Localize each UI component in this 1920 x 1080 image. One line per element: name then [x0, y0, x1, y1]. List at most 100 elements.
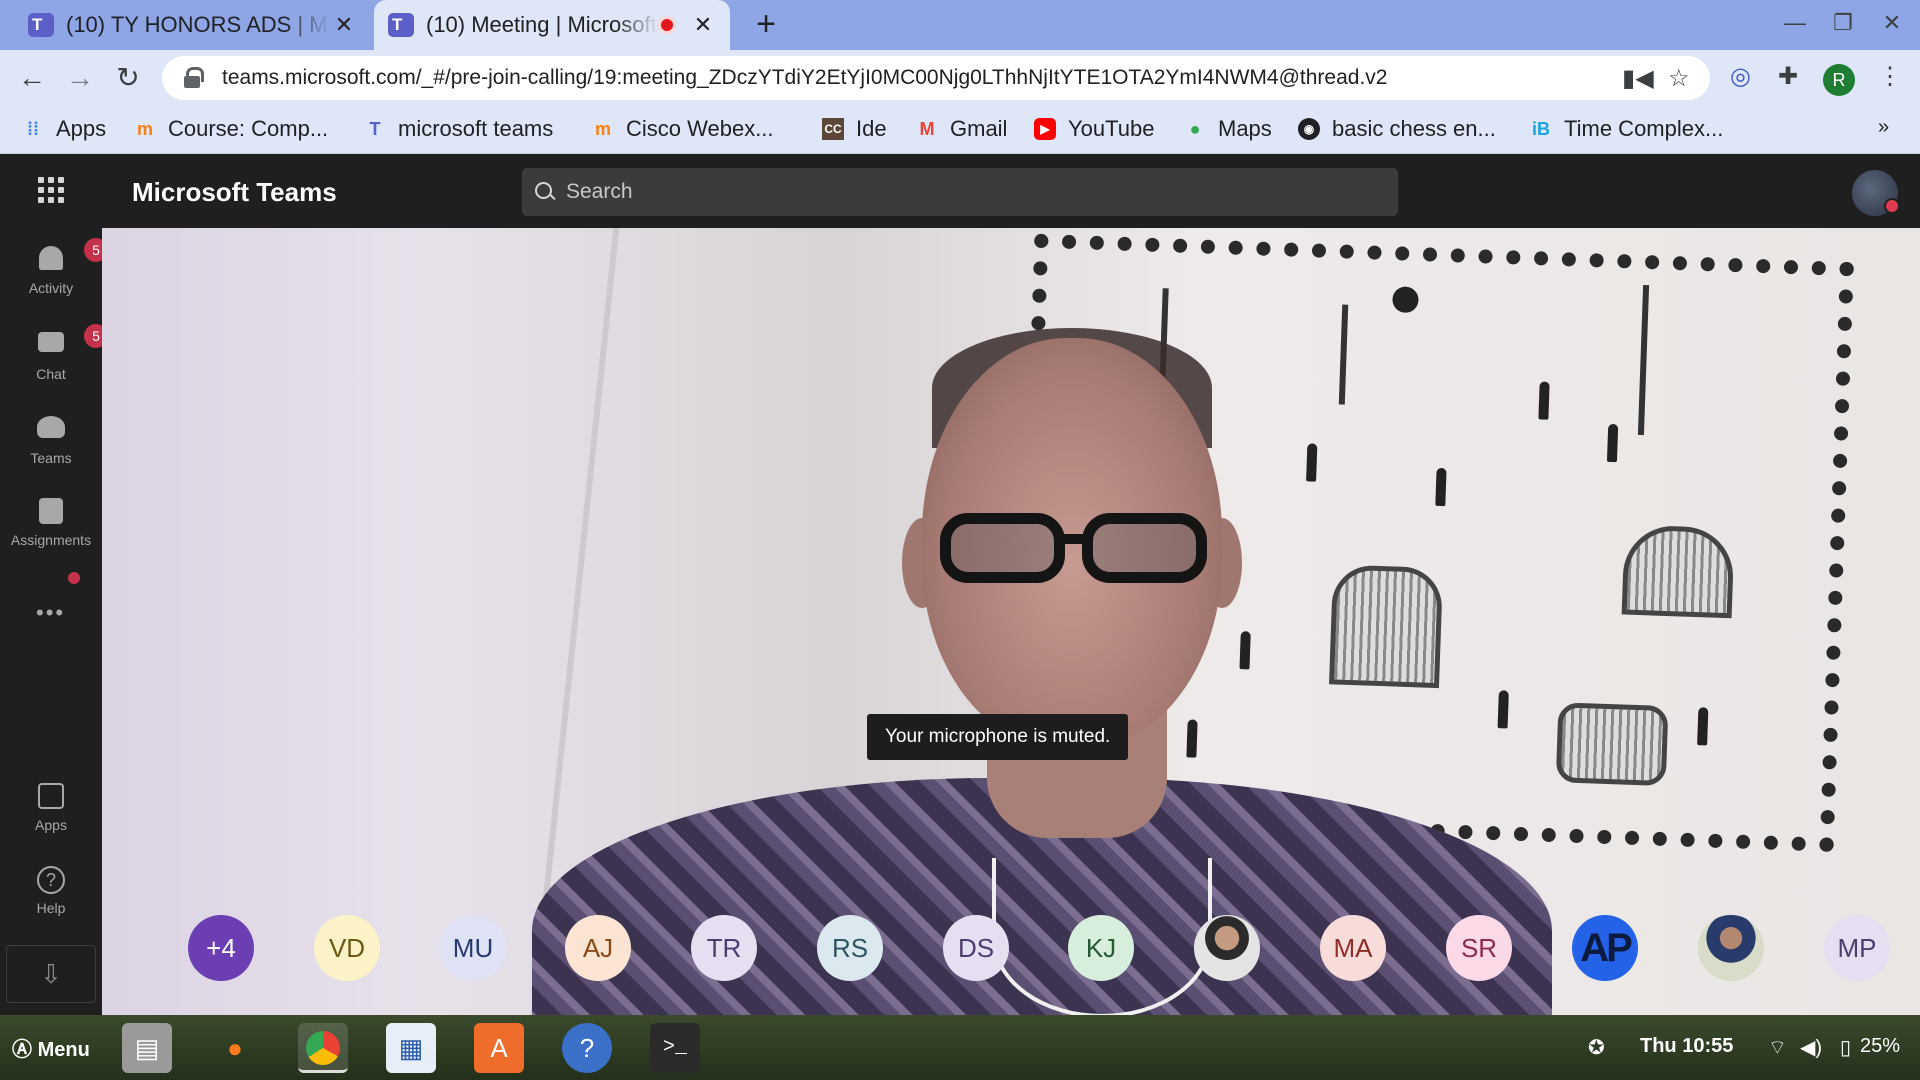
- software-center-icon[interactable]: A: [474, 1023, 524, 1073]
- download-app-icon[interactable]: ⇩: [6, 945, 96, 1003]
- bookmark-label: Maps: [1218, 116, 1272, 141]
- notification-dot: [68, 572, 80, 584]
- search-icon: [534, 181, 556, 203]
- bookmark-star-icon[interactable]: ☆: [1668, 64, 1690, 93]
- rail-item-help[interactable]: ? Help: [0, 866, 102, 916]
- new-tab-button[interactable]: +: [748, 6, 784, 44]
- participant-avatar[interactable]: [1698, 915, 1764, 981]
- clock[interactable]: Thu 10:55: [1640, 1035, 1733, 1058]
- menu-label: Menu: [37, 1039, 90, 1061]
- ib-icon: iB: [1532, 119, 1550, 139]
- github-icon: ◉: [1298, 118, 1320, 140]
- tab-title: (10) TY HONORS ADS | Mi: [66, 12, 331, 37]
- bookmark-cisco-webex[interactable]: m Cisco Webex...: [592, 116, 774, 142]
- files-icon[interactable]: ▤: [122, 1023, 172, 1073]
- bookmark-youtube[interactable]: ▶ YouTube: [1034, 116, 1154, 142]
- participant-avatar[interactable]: VD: [314, 915, 380, 981]
- start-menu-button[interactable]: Ⓐ Menu: [12, 1033, 90, 1062]
- extensions-puzzle-icon[interactable]: ✚: [1778, 62, 1798, 91]
- lock-icon: [182, 67, 204, 89]
- bookmark-basic-chess[interactable]: ◉ basic chess en...: [1298, 116, 1496, 142]
- tab-close-icon[interactable]: ✕: [690, 12, 716, 38]
- bell-icon: [39, 246, 63, 270]
- bookmark-microsoft-teams[interactable]: T microsoft teams: [364, 116, 554, 142]
- browser-menu-icon[interactable]: ⋮: [1878, 62, 1902, 91]
- back-icon[interactable]: ←: [14, 60, 50, 96]
- participant-avatar[interactable]: KJ: [1068, 915, 1134, 981]
- close-window-icon[interactable]: ✕: [1877, 10, 1907, 36]
- reload-icon[interactable]: ↻: [110, 60, 146, 96]
- tab-close-icon[interactable]: ✕: [331, 12, 357, 38]
- rail-item-activity[interactable]: 5 Activity: [0, 238, 108, 296]
- participant-avatar[interactable]: [1194, 915, 1260, 981]
- bookmarks-overflow-icon[interactable]: »: [1878, 116, 1889, 139]
- participant-avatar[interactable]: RS: [817, 915, 883, 981]
- bookmark-label: Course: Comp...: [168, 116, 329, 141]
- moodle-icon: m: [594, 119, 611, 139]
- participant-video: [532, 298, 1552, 1015]
- battery-icon[interactable]: ▯: [1840, 1035, 1851, 1060]
- accessibility-icon[interactable]: ✪: [1588, 1035, 1605, 1060]
- bookmark-maps[interactable]: ● Maps: [1184, 116, 1272, 142]
- network-icon[interactable]: ⌔: [1768, 1035, 1787, 1060]
- assignments-icon: [39, 498, 63, 524]
- participant-avatar[interactable]: DS: [943, 915, 1009, 981]
- participant-avatar[interactable]: MU: [440, 915, 506, 981]
- firefox-icon[interactable]: ●: [210, 1023, 260, 1073]
- rail-label: Activity: [28, 280, 74, 296]
- search-input[interactable]: [566, 180, 1366, 204]
- bookmark-label: microsoft teams: [398, 116, 554, 141]
- bookmark-apps[interactable]: ⁞⁞ Apps: [22, 116, 106, 142]
- participant-avatar[interactable]: AP: [1572, 915, 1638, 981]
- browser-toolbar: ← → ↻ teams.microsoft.com/_#/pre-join-ca…: [0, 50, 1920, 106]
- chrome-icon[interactable]: [298, 1023, 348, 1073]
- participant-avatar[interactable]: +4: [188, 915, 254, 981]
- rail-item-assignments[interactable]: Assignments: [0, 496, 102, 548]
- apps-icon: [38, 783, 64, 809]
- rail-item-teams[interactable]: Teams: [0, 412, 102, 466]
- address-bar[interactable]: teams.microsoft.com/_#/pre-join-calling/…: [162, 56, 1710, 100]
- app-launcher-icon[interactable]: [38, 177, 64, 203]
- mic-muted-toast: Your microphone is muted.: [867, 714, 1129, 760]
- chat-icon: [38, 332, 64, 352]
- gmail-icon: M: [919, 119, 935, 139]
- browser-tab-honors[interactable]: (10) TY HONORS ADS | Mi ✕: [14, 0, 371, 50]
- participant-avatar[interactable]: MP: [1824, 915, 1890, 981]
- bookmark-time-complexity[interactable]: iB Time Complex...: [1530, 116, 1723, 142]
- bookmark-ide[interactable]: CC Ide: [822, 116, 887, 142]
- teams-favicon-icon: [28, 13, 54, 37]
- more-apps-icon[interactable]: •••: [36, 600, 65, 626]
- bookmark-label: YouTube: [1068, 116, 1155, 141]
- participant-avatar[interactable]: SR: [1446, 915, 1512, 981]
- presence-busy-icon: [1884, 198, 1900, 214]
- forward-icon[interactable]: →: [62, 60, 98, 96]
- camera-icon[interactable]: ▮◀: [1622, 64, 1654, 93]
- bookmark-course[interactable]: m Course: Comp...: [134, 116, 328, 142]
- terminal-icon[interactable]: >_: [650, 1023, 700, 1073]
- volume-icon[interactable]: ◀): [1800, 1035, 1822, 1060]
- youtube-icon: ▶: [1034, 118, 1056, 140]
- restore-icon[interactable]: ❐: [1828, 10, 1858, 36]
- os-taskbar: Ⓐ Menu ▤ ● ▦ A ? >_ ✪ Thu 10:55 ⌔ ◀) ▯ 2…: [0, 1015, 1920, 1080]
- browser-tab-meeting[interactable]: (10) Meeting | Microsoft Teams ✕: [374, 0, 730, 50]
- participant-avatar[interactable]: AJ: [565, 915, 631, 981]
- participant-avatar[interactable]: MA: [1320, 915, 1386, 981]
- minimize-icon[interactable]: —: [1780, 10, 1810, 36]
- url-text[interactable]: teams.microsoft.com/_#/pre-join-calling/…: [222, 66, 1387, 90]
- help-icon[interactable]: ?: [562, 1023, 612, 1073]
- menu-logo-icon: Ⓐ: [12, 1039, 32, 1061]
- codechef-icon: CC: [822, 118, 844, 140]
- recording-icon: [658, 16, 676, 34]
- battery-level: 25%: [1860, 1035, 1901, 1057]
- extension-glasses-icon[interactable]: ◎: [1730, 62, 1751, 91]
- rail-label: Apps: [35, 817, 67, 833]
- image-viewer-icon[interactable]: ▦: [386, 1023, 436, 1073]
- search-box[interactable]: [522, 168, 1398, 216]
- rail-item-apps[interactable]: Apps: [0, 783, 102, 833]
- rail-label: Assignments: [10, 532, 92, 548]
- profile-avatar[interactable]: R: [1823, 64, 1855, 96]
- participant-avatar[interactable]: TR: [691, 915, 757, 981]
- bookmark-gmail[interactable]: M Gmail: [916, 116, 1008, 142]
- maps-pin-icon: ●: [1189, 119, 1201, 139]
- rail-item-chat[interactable]: 5 Chat: [0, 324, 108, 382]
